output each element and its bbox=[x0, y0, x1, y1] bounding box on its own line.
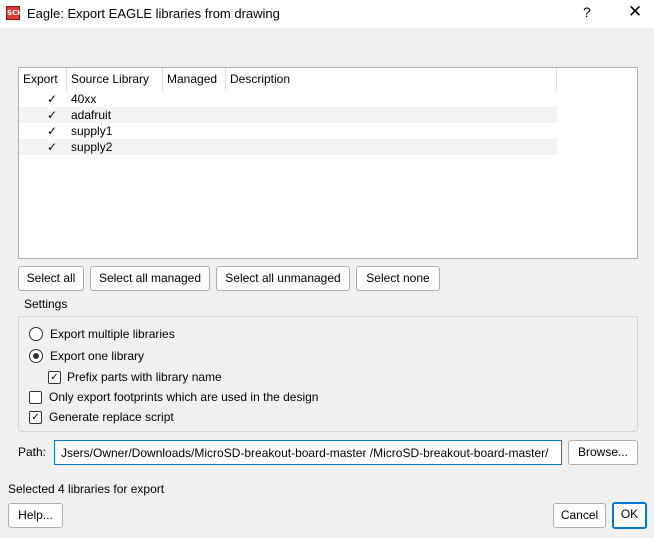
library-name: supply1 bbox=[71, 124, 113, 138]
window-title: Eagle: Export EAGLE libraries from drawi… bbox=[27, 6, 280, 21]
only-used-footprints-checkbox[interactable] bbox=[29, 391, 42, 404]
select-none-button[interactable]: Select none bbox=[356, 266, 440, 291]
export-checkmark[interactable]: ✓ bbox=[47, 139, 57, 155]
only-used-footprints-label[interactable]: Only export footprints which are used in… bbox=[49, 390, 318, 404]
path-value[interactable]: Jsers/Owner/Downloads/MicroSD-breakout-b… bbox=[61, 446, 549, 460]
close-icon[interactable]: ✕ bbox=[628, 2, 642, 22]
library-name: adafruit bbox=[71, 108, 112, 122]
table-row[interactable]: ✓ supply2 bbox=[19, 139, 557, 155]
settings-heading: Settings bbox=[24, 297, 68, 311]
radio-selected-dot bbox=[33, 353, 39, 359]
prefix-parts-checkbox[interactable]: ✓ bbox=[48, 371, 61, 384]
export-one-radio[interactable] bbox=[29, 349, 43, 363]
column-header-managed[interactable]: Managed bbox=[163, 68, 226, 91]
help-icon[interactable]: ? bbox=[583, 4, 591, 20]
column-header-description[interactable]: Description bbox=[226, 68, 557, 91]
table-row[interactable]: ✓ supply1 bbox=[19, 123, 557, 139]
title-bar: SCH Eagle: Export EAGLE libraries from d… bbox=[0, 0, 654, 28]
export-multiple-radio[interactable] bbox=[29, 327, 43, 341]
column-header-source-library[interactable]: Source Library bbox=[67, 68, 163, 91]
status-text: Selected 4 libraries for export bbox=[8, 482, 165, 496]
export-checkmark[interactable]: ✓ bbox=[47, 107, 57, 123]
library-name: 40xx bbox=[71, 92, 97, 106]
select-all-button[interactable]: Select all bbox=[18, 266, 84, 291]
select-all-managed-button[interactable]: Select all managed bbox=[90, 266, 210, 291]
table-row[interactable]: ✓ 40xx bbox=[19, 91, 557, 107]
ok-button[interactable]: OK bbox=[612, 502, 647, 529]
generate-script-label[interactable]: Generate replace script bbox=[49, 410, 174, 424]
eagle-app-icon: SCH bbox=[6, 6, 23, 20]
library-table[interactable]: Export Source Library Managed Descriptio… bbox=[18, 67, 638, 259]
generate-script-checkbox[interactable]: ✓ bbox=[29, 411, 42, 424]
prefix-parts-label[interactable]: Prefix parts with library name bbox=[67, 370, 222, 384]
cancel-button[interactable]: Cancel bbox=[553, 503, 606, 528]
export-checkmark[interactable]: ✓ bbox=[47, 123, 57, 139]
help-button[interactable]: Help... bbox=[8, 503, 63, 528]
library-name: supply2 bbox=[71, 140, 113, 154]
column-header-export[interactable]: Export bbox=[19, 68, 67, 91]
table-row[interactable]: ✓ adafruit bbox=[19, 107, 557, 123]
path-label: Path: bbox=[18, 445, 47, 459]
browse-button[interactable]: Browse... bbox=[568, 440, 638, 465]
select-all-unmanaged-button[interactable]: Select all unmanaged bbox=[216, 266, 350, 291]
export-checkmark[interactable]: ✓ bbox=[47, 91, 57, 107]
export-one-label[interactable]: Export one library bbox=[50, 349, 144, 363]
settings-group: Export multiple libraries Export one lib… bbox=[18, 316, 638, 432]
path-input[interactable]: Jsers/Owner/Downloads/MicroSD-breakout-b… bbox=[54, 440, 562, 465]
export-multiple-label[interactable]: Export multiple libraries bbox=[50, 327, 175, 341]
